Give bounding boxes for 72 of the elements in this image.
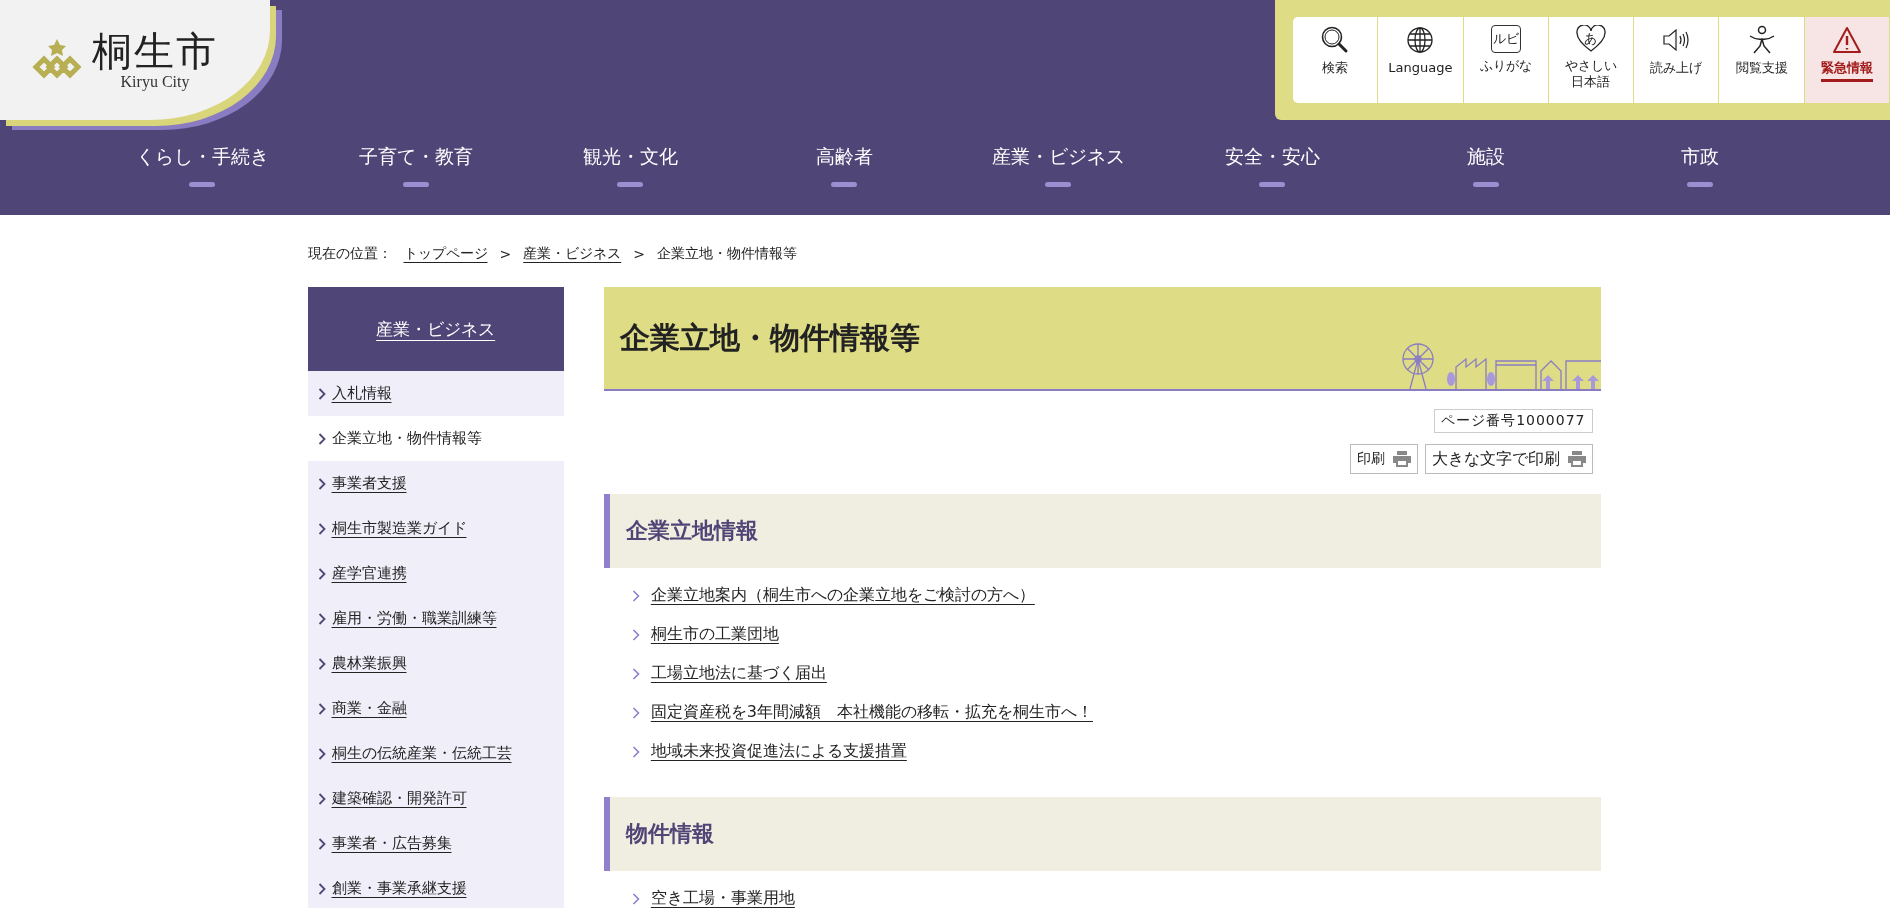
chevron-icon (317, 387, 326, 400)
nav-link[interactable]: 施設 (1379, 144, 1593, 187)
chevron-icon (317, 657, 326, 670)
nav-link[interactable]: 子育て・教育 (309, 144, 523, 187)
nav-link[interactable]: 高齢者 (737, 144, 951, 187)
content-link[interactable]: 空き工場・事業用地 (650, 888, 795, 908)
section-heading: 企業立地情報 (603, 494, 1601, 568)
nav-link[interactable]: 観光・文化 (523, 144, 737, 187)
sidebar-item[interactable]: 事業者・広告募集 (307, 821, 564, 866)
content-link[interactable]: 企業立地案内（桐生市への企業立地をご検討の方へ） (650, 585, 1035, 606)
chevron-icon (317, 567, 326, 580)
toolbar-button[interactable]: 閲覧支援 (1719, 17, 1805, 103)
logo-subtitle: Kiryu City (120, 73, 190, 91)
chevron-icon (317, 522, 326, 535)
nav-link[interactable]: 市政 (1593, 144, 1807, 187)
sidebar-item[interactable]: 事業者支援 (307, 461, 564, 506)
chevron-icon (631, 706, 640, 719)
content-link[interactable]: 地域未来投資促進法による支援措置 (650, 741, 907, 762)
sidebar-item[interactable]: 創業・事業承継支援 (307, 866, 564, 908)
sidebar-item[interactable]: 企業立地・物件情報等 (307, 416, 564, 461)
breadcrumb-current: 企業立地・物件情報等 (656, 245, 797, 263)
logo-title: 桐生市 (92, 29, 218, 73)
sidebar-item[interactable]: 建築確認・開発許可 (307, 776, 564, 821)
page-title: 企業立地・物件情報等 (619, 318, 920, 357)
sidebar-item[interactable]: 商業・金融 (307, 686, 564, 731)
ruby-icon: ルビ (1490, 25, 1521, 53)
globe-icon (1405, 25, 1436, 55)
warning-icon (1831, 25, 1862, 55)
breadcrumb-separator: > (633, 246, 645, 262)
toolbar-button[interactable]: Language (1378, 17, 1464, 103)
print-button[interactable]: 印刷 (1349, 444, 1418, 474)
breadcrumb-label: 現在の位置： (307, 245, 392, 263)
sidebar-title-link[interactable]: 産業・ビジネス (376, 317, 496, 341)
chevron-icon (631, 745, 640, 758)
toolbar-button[interactable]: 緊急情報 (1804, 17, 1890, 103)
page-number: ページ番号1000077 (1434, 409, 1593, 433)
print-button[interactable]: 大きな文字で印刷 (1424, 444, 1593, 474)
toolbar-button[interactable]: 検索 (1293, 17, 1379, 103)
heart-icon: あ (1575, 25, 1607, 53)
chevron-icon (317, 477, 326, 490)
breadcrumb-link[interactable]: トップページ (403, 245, 488, 263)
sidebar-item[interactable]: 桐生の伝統産業・伝統工芸 (307, 731, 564, 776)
content-link[interactable]: 固定資産税を3年間減額 本社機能の移転・拡充を桐生市へ！ (650, 702, 1093, 723)
toolbar-button[interactable]: 読み上げ (1634, 17, 1720, 103)
sidebar-item[interactable]: 雇用・労働・職業訓練等 (307, 596, 564, 641)
chevron-icon (317, 702, 326, 715)
nav-link[interactable]: 産業・ビジネス (951, 144, 1165, 187)
sidebar-item[interactable]: 桐生市製造業ガイド (307, 506, 564, 551)
printer-icon (1567, 451, 1586, 467)
sidebar-item[interactable]: 農林業振興 (307, 641, 564, 686)
sidebar-item[interactable]: 産学官連携 (307, 551, 564, 596)
chevron-icon (631, 892, 640, 905)
sidebar-item[interactable]: 入札情報 (307, 371, 564, 416)
chevron-icon (631, 628, 640, 641)
content-link[interactable]: 桐生市の工業団地 (650, 624, 779, 645)
breadcrumb-link[interactable]: 産業・ビジネス (523, 245, 622, 263)
section-heading: 物件情報 (603, 797, 1601, 871)
chevron-icon (317, 612, 326, 625)
chevron-icon (317, 792, 326, 805)
chevron-icon (317, 747, 326, 760)
chevron-icon (317, 837, 326, 850)
content-link[interactable]: 工場立地法に基づく届出 (650, 663, 827, 684)
printer-icon (1392, 451, 1411, 467)
chevron-icon (317, 432, 326, 445)
toolbar-button[interactable]: ルビ ふりがな (1463, 17, 1549, 103)
nav-link[interactable]: 安全・安心 (1165, 144, 1379, 187)
chevron-icon (631, 589, 640, 602)
breadcrumb-separator: > (499, 246, 512, 262)
chevron-icon (317, 882, 326, 895)
nav-link[interactable]: くらし・手続き (95, 144, 309, 187)
toolbar-button[interactable]: あ やさしい 日本語 (1548, 17, 1635, 103)
chevron-icon (631, 667, 640, 680)
